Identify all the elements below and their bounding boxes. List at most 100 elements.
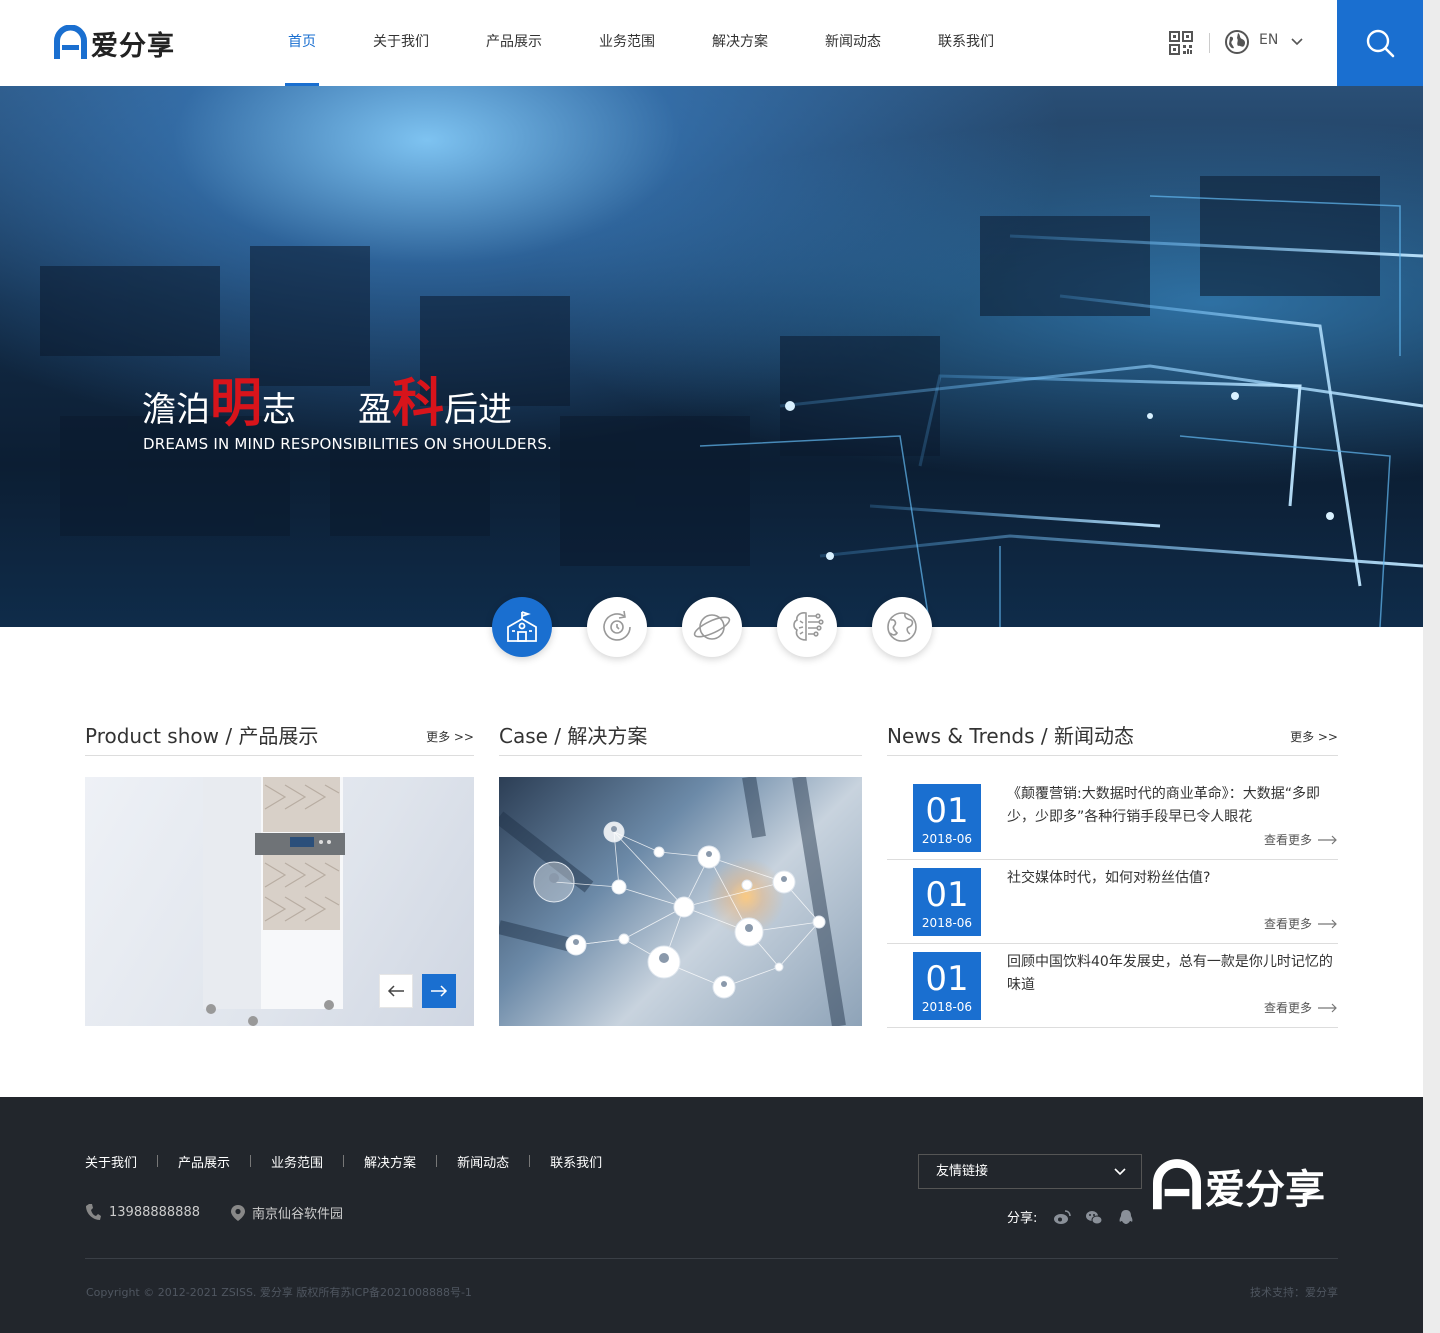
language-switch[interactable]: EN — [1259, 32, 1278, 48]
banner-subtitle: DREAMS IN MIND RESPONSIBILITIES ON SHOUL… — [143, 435, 553, 453]
friend-links-label: 友情链接 — [936, 1164, 989, 1179]
footer: 关于我们 产品展示 业务范围 解决方案 新闻动态 联系我们 1398888888… — [0, 1097, 1423, 1333]
share-label: 分享: — [1007, 1211, 1038, 1226]
news-item[interactable]: 01 2018-06 社交媒体时代，如何对粉丝估值? 查看更多 — [887, 860, 1338, 944]
footer-phone: 13988888888 — [85, 1203, 200, 1221]
chevron-down-icon[interactable] — [1290, 36, 1304, 48]
friend-links-select[interactable]: 友情链接 — [918, 1154, 1142, 1189]
case-image[interactable] — [499, 777, 862, 1026]
news-item-more[interactable]: 查看更多 — [1264, 999, 1338, 1016]
news-item-title[interactable]: 回顾中国饮料40年发展史，总有一款是你儿时记忆的味道 — [1007, 951, 1337, 997]
footer-nav-contact[interactable]: 联系我们 — [550, 1152, 602, 1171]
news-header: News & Trends / 新闻动态 更多 >> — [887, 722, 1338, 756]
nav-item-home[interactable]: 首页 — [262, 0, 342, 86]
logo-mark-icon — [1153, 1159, 1201, 1210]
logo[interactable]: 爱分享 — [54, 24, 175, 62]
news-item[interactable]: 01 2018-06 回顾中国饮料40年发展史，总有一款是你儿时记忆的味道 查看… — [887, 944, 1338, 1028]
feature-planet[interactable] — [682, 597, 742, 657]
news-date-month: 2018-06 — [921, 916, 973, 930]
news-item-more-label: 查看更多 — [1263, 1001, 1312, 1015]
news-item-more-label: 查看更多 — [1263, 833, 1312, 847]
nav-item-news[interactable]: 新闻动态 — [799, 0, 907, 86]
logo-text: 爱分享 — [91, 30, 175, 62]
nav-item-about[interactable]: 关于我们 — [347, 0, 455, 86]
arrow-left-icon — [387, 985, 404, 997]
cases-header: Case / 解决方案 — [499, 722, 862, 756]
refresh-icon — [603, 610, 631, 641]
footer-logo-text: 爱分享 — [1205, 1167, 1325, 1213]
search-button[interactable] — [1337, 0, 1423, 86]
nav-item-products[interactable]: 产品展示 — [460, 0, 568, 86]
news-item-more[interactable]: 查看更多 — [1264, 915, 1338, 932]
news-item[interactable]: 01 2018-06 《颠覆营销:大数据时代的商业革命》：大数据“多即少，少即多… — [887, 776, 1338, 860]
product-image[interactable] — [85, 777, 474, 1026]
feature-refresh[interactable] — [587, 597, 647, 657]
circuit-background — [40, 176, 1423, 627]
logo-mark-icon — [54, 25, 87, 59]
footer-nav-business[interactable]: 业务范围 — [271, 1152, 323, 1171]
news-date-month: 2018-06 — [921, 832, 973, 846]
feature-earth[interactable] — [872, 597, 932, 657]
slogan-text-2: 志 — [262, 390, 297, 430]
page: 爱分享 首页 关于我们 产品展示 业务范围 解决方案 新闻动态 联系我们 EN — [0, 0, 1423, 1333]
tech-support: 技术支持：爱分享 — [1250, 1286, 1338, 1299]
footer-logo[interactable]: 爱分享 — [1153, 1157, 1325, 1215]
news-date: 01 2018-06 — [913, 868, 981, 936]
share-bar: 分享: — [1007, 1207, 1135, 1226]
arrow-right-icon — [431, 985, 448, 997]
qq-icon[interactable] — [1117, 1208, 1135, 1226]
school-icon — [507, 611, 537, 642]
main-nav: 首页 关于我们 产品展示 业务范围 解决方案 新闻动态 联系我们 — [262, 0, 1025, 86]
products-title: Product show / 产品展示 — [85, 724, 319, 748]
news-item-title[interactable]: 《颠覆营销:大数据时代的商业革命》：大数据“多即少，少即多”各种行销手段早已令人… — [1007, 783, 1337, 829]
footer-nav-products[interactable]: 产品展示 — [178, 1152, 230, 1171]
news-date-day: 01 — [925, 959, 969, 999]
copyright: Copyright © 2012-2021 ZSISS. 爱分享 版权所有苏IC… — [86, 1286, 472, 1299]
product-prev-button[interactable] — [379, 974, 413, 1008]
products-more-link[interactable]: 更多 >> — [426, 728, 474, 745]
news-date-day: 01 — [925, 875, 969, 915]
footer-nav-about[interactable]: 关于我们 — [85, 1152, 137, 1171]
weibo-icon[interactable] — [1053, 1208, 1072, 1226]
arrow-right-icon — [1318, 1003, 1337, 1012]
footer-phone-number: 13988888888 — [109, 1204, 200, 1220]
wechat-icon[interactable] — [1085, 1208, 1103, 1226]
nav-item-contact[interactable]: 联系我们 — [912, 0, 1020, 86]
brain-icon — [793, 612, 824, 641]
feature-circles — [492, 597, 967, 657]
news-date-day: 01 — [925, 791, 969, 831]
feature-school[interactable] — [492, 597, 552, 657]
news-item-more[interactable]: 查看更多 — [1264, 831, 1338, 848]
hero-banner: 澹泊明志 盈科后进 DREAMS IN MIND RESPONSIBILITIES… — [0, 86, 1423, 627]
qrcode-icon[interactable] — [1168, 30, 1194, 56]
air-purifier-illustration — [203, 777, 345, 1026]
news-item-title[interactable]: 社交媒体时代，如何对粉丝估值? — [1007, 867, 1337, 890]
product-next-button[interactable] — [422, 974, 456, 1008]
arrow-right-icon — [1318, 919, 1337, 928]
search-icon — [1366, 29, 1395, 58]
products-header: Product show / 产品展示 更多 >> — [85, 722, 474, 756]
feature-brain[interactable] — [777, 597, 837, 657]
slogan-text-1: 澹泊 — [142, 390, 210, 430]
nav-item-solutions[interactable]: 解决方案 — [686, 0, 794, 86]
globe-icon[interactable] — [1224, 29, 1250, 55]
location-pin-icon — [231, 1204, 245, 1221]
news-title: News & Trends / 新闻动态 — [887, 724, 1134, 748]
header: 爱分享 首页 关于我们 产品展示 业务范围 解决方案 新闻动态 联系我们 EN — [0, 0, 1423, 86]
planet-icon — [693, 614, 731, 640]
slogan-highlight-2: 科 — [392, 374, 445, 434]
arrow-right-icon — [1318, 835, 1337, 844]
news-more-link[interactable]: 更多 >> — [1290, 728, 1338, 745]
nav-item-business[interactable]: 业务范围 — [573, 0, 681, 86]
header-divider — [1209, 33, 1210, 53]
footer-divider — [85, 1258, 1338, 1259]
cases-title: Case / 解决方案 — [499, 724, 648, 748]
chevron-down-icon — [1114, 1168, 1126, 1176]
news-date: 01 2018-06 — [913, 952, 981, 1020]
footer-nav-solutions[interactable]: 解决方案 — [364, 1152, 416, 1171]
footer-nav: 关于我们 产品展示 业务范围 解决方案 新闻动态 联系我们 — [85, 1152, 602, 1171]
banner-slogan: 澹泊明志 盈科后进 — [142, 361, 512, 436]
footer-nav-news[interactable]: 新闻动态 — [457, 1152, 509, 1171]
footer-address-text: 南京仙谷软件园 — [252, 1207, 344, 1222]
footer-address: 南京仙谷软件园 — [230, 1203, 343, 1222]
